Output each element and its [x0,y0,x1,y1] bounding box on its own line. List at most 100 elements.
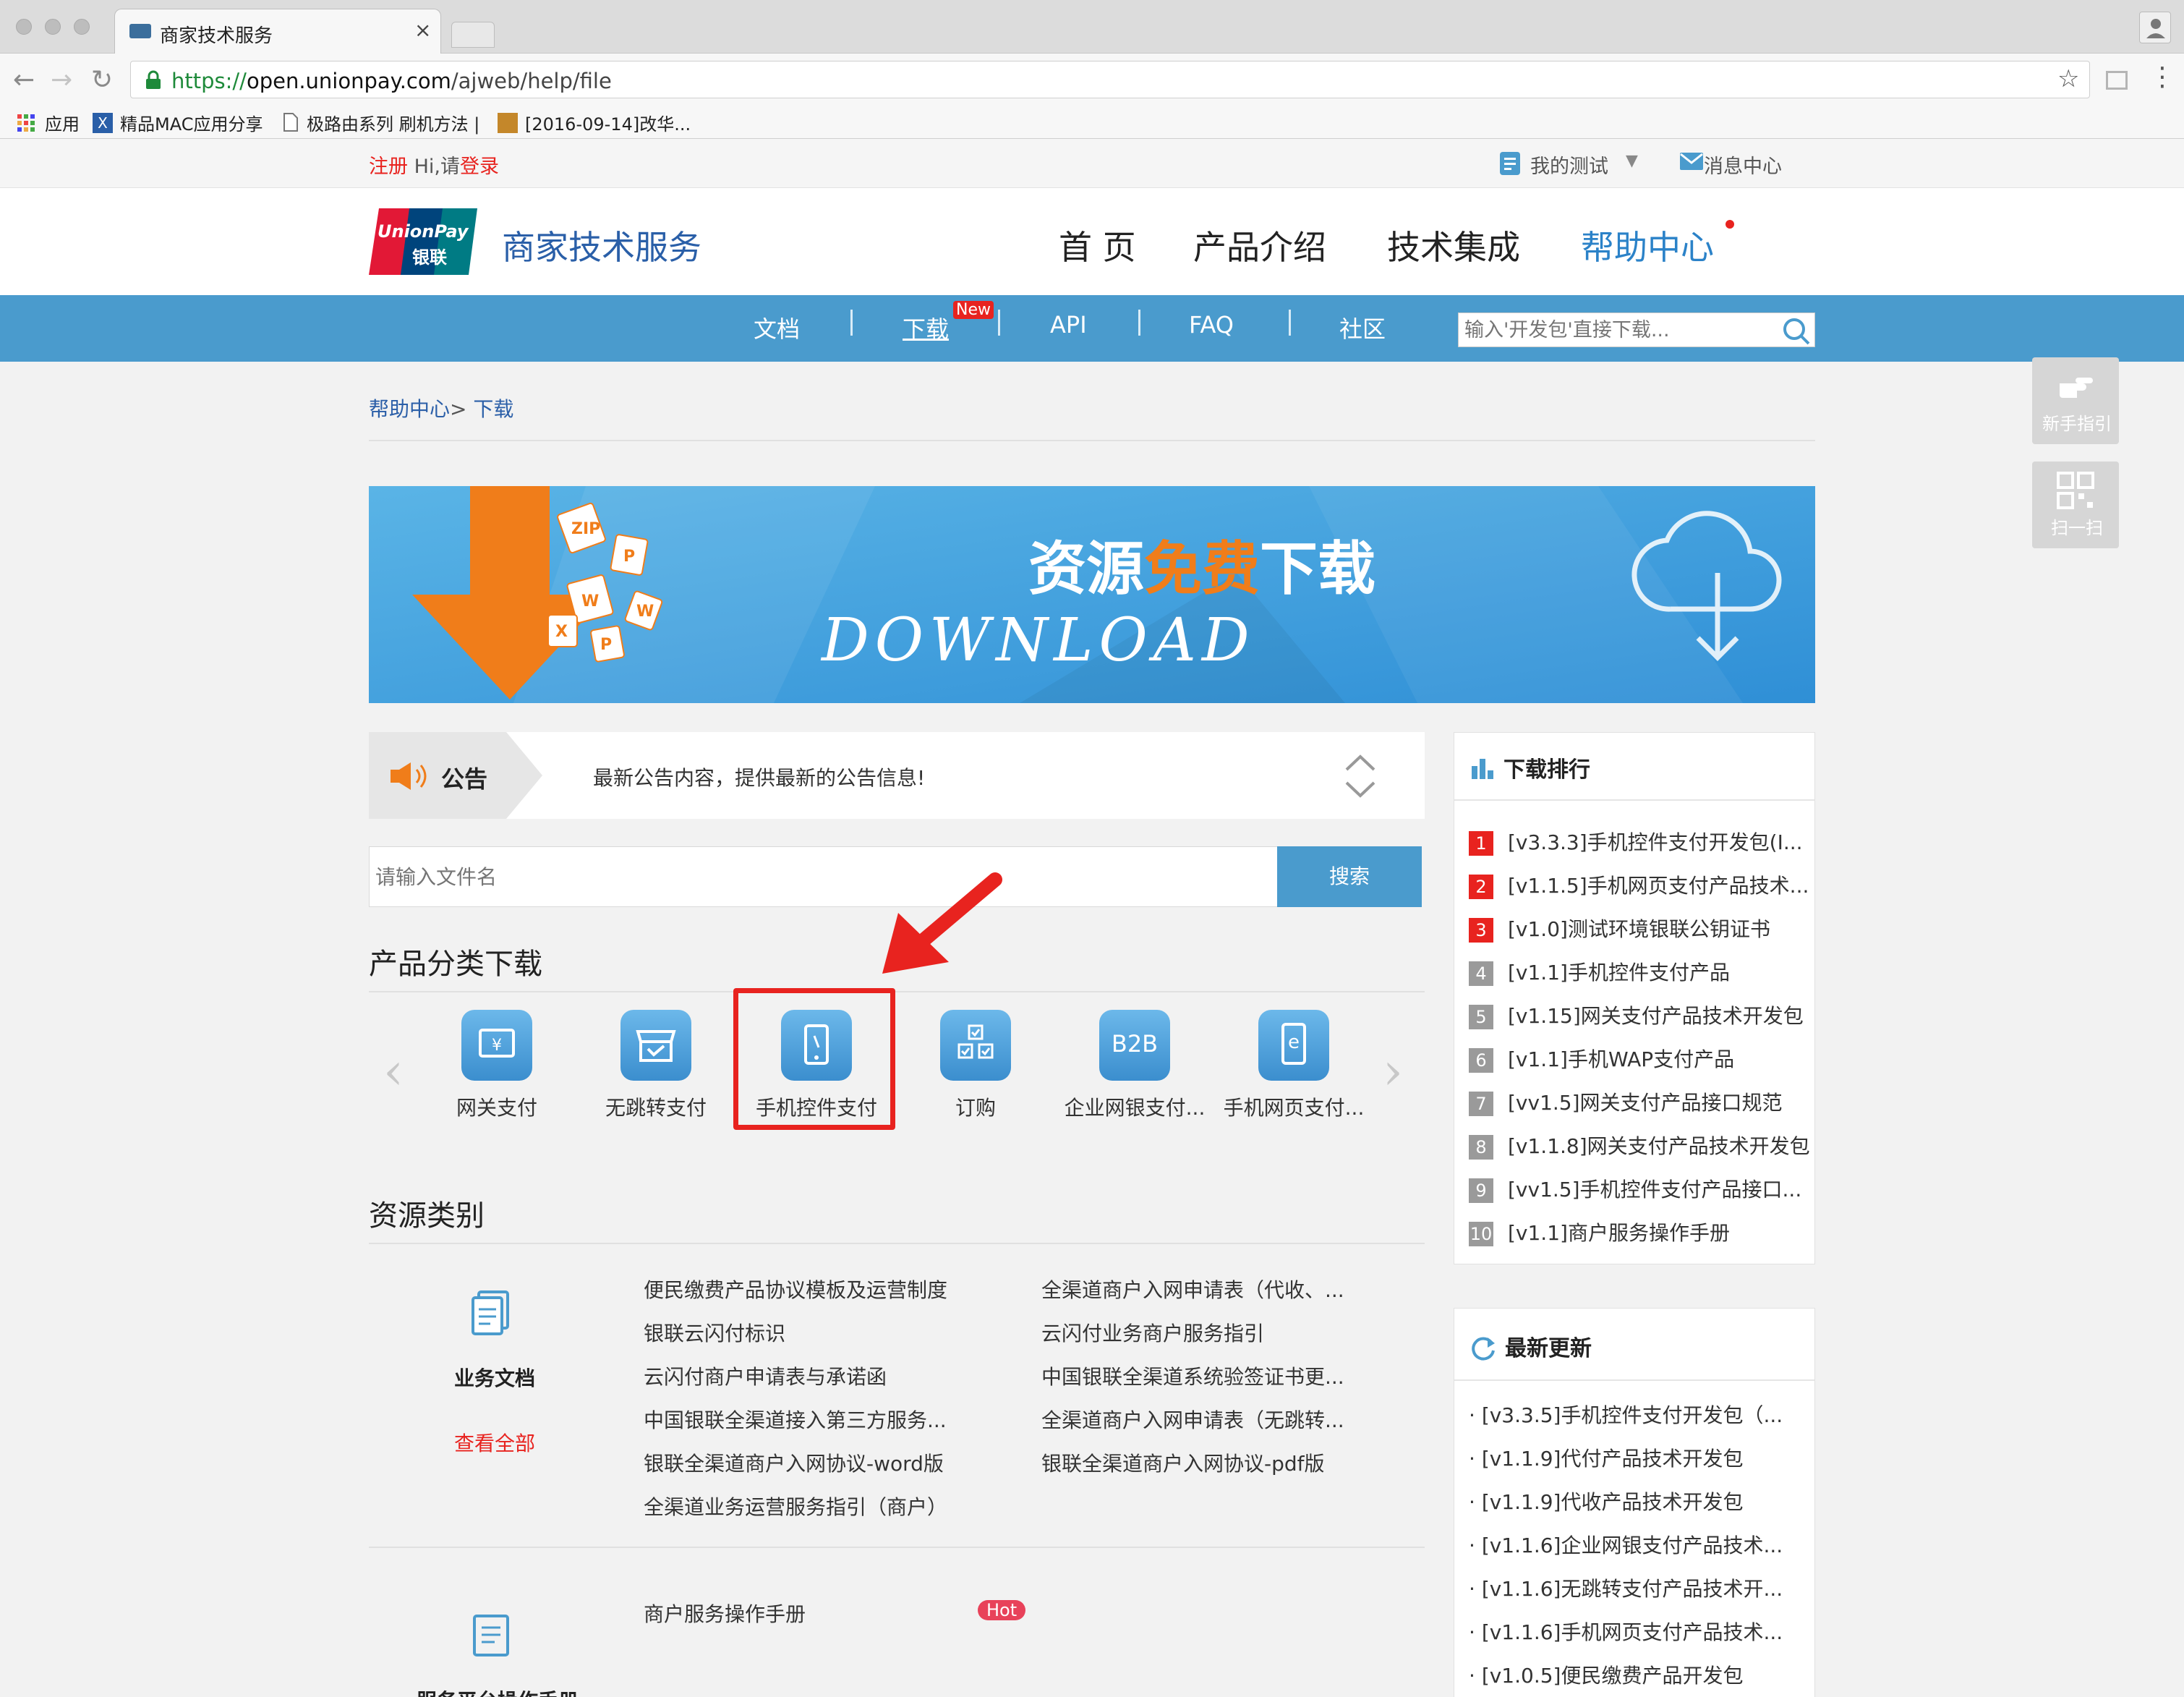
subnav-docs[interactable]: 文档 [754,311,800,344]
url-text: https://open.unionpay.com/ajweb/help/fil… [171,69,612,93]
rank-number-badge: 1 [1469,831,1493,856]
browser-tab[interactable]: 商家技术服务 × [114,9,441,54]
latest-updates-panel: 最新更新 · [v3.3.5]手机控件支付开发包（... · [v1.1.9]代付… [1454,1308,1815,1697]
ranking-item[interactable]: 8 [v1.1.8]网关支付产品技术开发包 [1469,1131,1810,1160]
extension-icon[interactable] [2106,71,2128,90]
nav-integration[interactable]: 技术集成 [1387,221,1520,269]
update-item[interactable]: · [v1.0.5]便民缴费产品开发包 [1469,1660,1743,1689]
subnav-api[interactable]: API [1050,311,1087,339]
update-item[interactable]: · [v1.1.9]代付产品技术开发包 [1469,1443,1743,1472]
store-pay-icon [620,1010,691,1081]
window-minimize-dot[interactable] [45,19,61,35]
subnav-community[interactable]: 社区 [1339,311,1386,344]
scan-qr-button[interactable]: 扫一扫 [2032,462,2119,548]
breadcrumb-help-center[interactable]: 帮助中心 [369,397,450,421]
search-icon[interactable] [1781,316,1812,345]
new-tab-button[interactable] [451,22,495,48]
pointing-hand-icon [2060,378,2093,398]
product-store-pay[interactable]: 无跳转支付 [587,1010,725,1133]
nav-products[interactable]: 产品介绍 [1193,221,1326,269]
divider [369,1547,1425,1548]
address-bar[interactable]: https://open.unionpay.com/ajweb/help/fil… [130,61,2090,98]
carousel-next-icon[interactable]: › [1383,1042,1403,1101]
resource-link[interactable]: 中国银联全渠道系统验签证书更... [1041,1361,1344,1390]
update-item[interactable]: · [v1.1.6]无跳转支付产品技术开... [1469,1573,1783,1602]
resource-link[interactable]: 全渠道商户入网申请表（代收、... [1041,1275,1344,1303]
login-link[interactable]: 登录 [460,156,499,178]
ranking-item[interactable]: 5 [v1.15]网关支付产品技术开发包 [1469,1000,1804,1029]
resource-link[interactable]: 云闪付商户申请表与承诺函 [644,1361,887,1390]
resource-link[interactable]: 全渠道业务运营服务指引（商户） [644,1492,947,1521]
rank-number-badge: 6 [1469,1048,1493,1073]
forward-arrow-icon[interactable]: → [51,65,72,95]
ranking-item[interactable]: 4 [v1.1]手机控件支付产品 [1469,957,1730,986]
view-all-link[interactable]: 查看全部 [454,1428,535,1457]
back-arrow-icon[interactable]: ← [13,65,35,95]
resource-link[interactable]: 商户服务操作手册 [644,1599,806,1628]
subnav-faq[interactable]: FAQ [1189,311,1234,339]
ranking-item[interactable]: 10 [v1.1]商户服务操作手册 [1469,1217,1730,1246]
product-order[interactable]: 订购 [907,1010,1044,1133]
bookmark-apps[interactable]: 应用 [45,110,80,135]
resource-link[interactable]: 银联云闪付标识 [644,1318,785,1347]
ranking-item[interactable]: 1 [v3.3.3]手机控件支付开发包(I... [1469,827,1803,856]
bookmark-news[interactable]: [2016-09-14]改华... [525,110,691,135]
update-item[interactable]: · [v1.1.9]代收产品技术开发包 [1469,1487,1743,1515]
ranking-item[interactable]: 2 [v1.1.5]手机网页支付产品技术... [1469,870,1809,899]
notice-text[interactable]: 最新公告内容，提供最新的公告信息! [593,762,925,791]
breadcrumb-separator: > [450,397,467,421]
update-item[interactable]: · [v3.3.5]手机控件支付开发包（... [1469,1400,1783,1429]
tab-close-icon[interactable]: × [414,18,431,42]
order-icon [940,1010,1011,1081]
bookmark-mac-share[interactable]: 精品MAC应用分享 [120,110,263,135]
reload-icon[interactable]: ↻ [91,65,113,95]
divider [369,1243,1425,1244]
window-zoom-dot[interactable] [74,19,90,35]
resource-link[interactable]: 银联全渠道商户入网协议-pdf版 [1041,1448,1325,1477]
menu-dots-icon[interactable]: ⋮ [2149,62,2175,92]
beginner-guide-button[interactable]: 新手指引 [2032,357,2119,444]
profile-button[interactable] [2139,12,2171,43]
ranking-item[interactable]: 3 [v1.0]测试环境银联公钥证书 [1469,914,1770,943]
product-mobile-web[interactable]: e 手机网页支付... [1218,1010,1370,1133]
message-center-link[interactable]: 消息中心 [1704,150,1782,179]
hot-badge: Hot [978,1600,1026,1620]
product-b2b[interactable]: B2B 企业网银支付... [1059,1010,1211,1133]
product-gateway-pay[interactable]: ¥ 网关支付 [428,1010,566,1133]
download-search[interactable] [1458,312,1815,347]
unionpay-logo[interactable]: UnionPay 银联 [369,208,477,275]
notice-scroll-arrows-icon[interactable] [1342,752,1378,800]
my-test-dropdown[interactable]: 我的测试 [1530,150,1608,179]
product-label: 企业网银支付... [1064,1096,1206,1120]
file-search-button[interactable]: 搜索 [1277,846,1422,907]
bookmark-router[interactable]: 极路由系列 刷机方法 | [307,110,479,135]
svg-text:W: W [636,603,654,621]
bullet-icon: · [1469,1664,1482,1688]
window-close-dot[interactable] [16,19,32,35]
resource-link[interactable]: 中国银联全渠道接入第三方服务... [644,1405,947,1434]
download-search-input[interactable] [1464,316,1768,344]
updates-title: 最新更新 [1505,1336,1592,1361]
update-item[interactable]: · [v1.1.6]企业网银支付产品技术... [1469,1530,1783,1559]
new-badge: New [953,301,994,319]
resource-link[interactable]: 便民缴费产品协议模板及运营制度 [644,1275,947,1303]
rank-number-badge: 8 [1469,1135,1493,1160]
carousel-prev-icon[interactable]: ‹ [383,1042,404,1101]
register-link[interactable]: 注册 [369,156,408,178]
nav-help-center[interactable]: 帮助中心 [1581,221,1714,269]
bookmark-star-icon[interactable]: ☆ [2057,64,2079,93]
resource-link[interactable]: 全渠道商户入网申请表（无跳转... [1041,1405,1344,1434]
file-search-input[interactable] [375,862,1243,892]
update-item[interactable]: · [v1.1.6]手机网页支付产品技术... [1469,1617,1783,1646]
resource-link[interactable]: 云闪付业务商户服务指引 [1041,1318,1264,1347]
ranking-item[interactable]: 6 [v1.1]手机WAP支付产品 [1469,1044,1734,1073]
chevron-down-icon[interactable]: ▼ [1626,152,1638,170]
ranking-item[interactable]: 9 [vv1.5]手机控件支付产品接口... [1469,1174,1801,1203]
bullet-icon: · [1469,1577,1482,1601]
subnav-download[interactable]: 下载 [903,311,949,344]
subnav-divider [1289,310,1291,336]
nav-home[interactable]: 首 页 [1059,221,1136,269]
resource-link[interactable]: 银联全渠道商户入网协议-word版 [644,1448,944,1477]
ranking-item[interactable]: 7 [vv1.5]网关支付产品接口规范 [1469,1087,1783,1116]
ranking-item-label: [vv1.5]手机控件支付产品接口... [1508,1178,1802,1201]
